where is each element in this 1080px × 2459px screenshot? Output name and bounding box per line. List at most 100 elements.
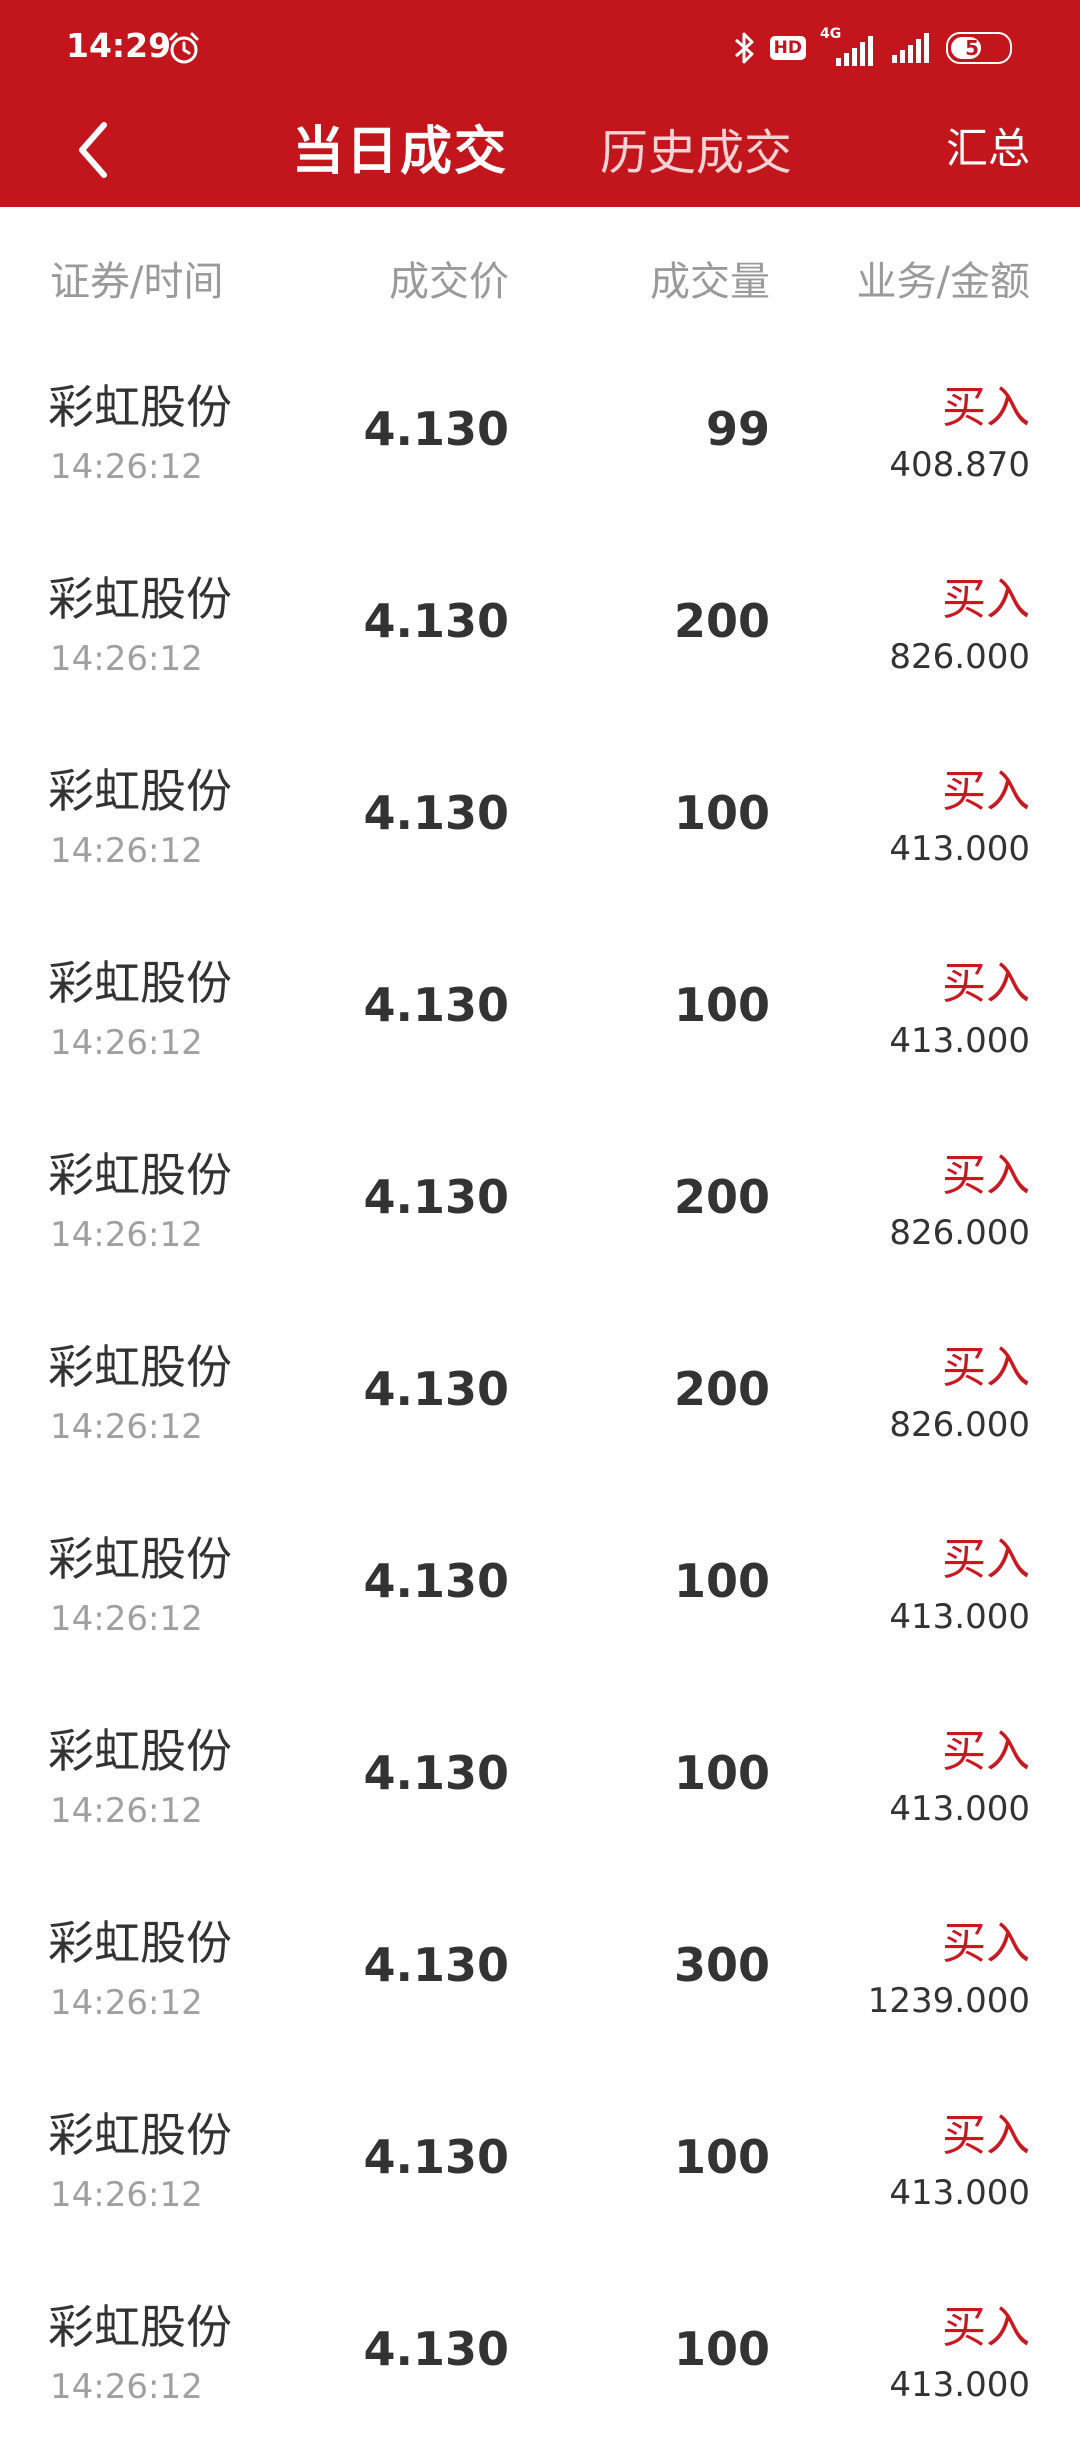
trade-quantity: 100 [673, 978, 770, 1032]
trade-price: 4.130 [363, 402, 509, 456]
trade-quantity: 100 [673, 786, 770, 840]
trade-price: 4.130 [363, 1170, 509, 1224]
nav-row: 当日成交 历史成交 汇总 [0, 95, 1080, 207]
trade-time: 14:26:12 [50, 447, 203, 487]
trade-action: 买入 [942, 382, 1030, 433]
trade-time: 14:26:12 [50, 1599, 203, 1639]
trade-time: 14:26:12 [50, 831, 203, 871]
cell-signal-icon [836, 36, 873, 66]
tab-history-trades[interactable]: 历史成交 [600, 113, 792, 183]
trade-amount: 413.000 [889, 829, 1030, 869]
trade-time: 14:26:12 [50, 1791, 203, 1831]
trade-quantity: 100 [673, 2130, 770, 2184]
battery-icon: 53 [946, 32, 1012, 64]
trade-amount: 413.000 [889, 2173, 1030, 2213]
security-name: 彩虹股份 [48, 1916, 232, 1970]
trade-action: 买入 [942, 1726, 1030, 1777]
security-name: 彩虹股份 [48, 1148, 232, 1202]
header-bar: 14:29 HD 4G 53 当日成交 历史成交 汇总 [0, 0, 1080, 207]
alarm-clock-icon [169, 32, 199, 64]
trade-action: 买入 [942, 766, 1030, 817]
table-row[interactable]: 彩虹股份 14:26:12 4.130 100 买入 413.000 [0, 2267, 1080, 2459]
trade-quantity: 200 [673, 1362, 770, 1416]
table-row[interactable]: 彩虹股份 14:26:12 4.130 100 买入 413.000 [0, 1499, 1080, 1691]
column-business-amount: 业务/金额 [856, 259, 1030, 305]
status-right-group: HD 4G 53 [732, 26, 1012, 68]
security-name: 彩虹股份 [48, 572, 232, 626]
trade-quantity: 100 [673, 2322, 770, 2376]
security-name: 彩虹股份 [48, 1532, 232, 1586]
trade-action: 买入 [942, 958, 1030, 1009]
security-name: 彩虹股份 [48, 1340, 232, 1394]
trade-amount: 826.000 [889, 1405, 1030, 1445]
bluetooth-icon [734, 32, 754, 64]
trade-quantity: 100 [673, 1746, 770, 1800]
trade-action: 买入 [942, 2302, 1030, 2353]
status-time: 14:29 [66, 26, 172, 65]
trade-amount: 413.000 [889, 1789, 1030, 1829]
security-name: 彩虹股份 [48, 2108, 232, 2162]
trade-time: 14:26:12 [50, 2175, 203, 2215]
trade-amount: 413.000 [889, 1021, 1030, 1061]
trade-action: 买入 [942, 2110, 1030, 2161]
network-4g-signal: 4G [820, 26, 878, 66]
trade-list[interactable]: 彩虹股份 14:26:12 4.130 99 买入 408.870 彩虹股份 1… [0, 347, 1080, 2459]
table-row[interactable]: 彩虹股份 14:26:12 4.130 100 买入 413.000 [0, 923, 1080, 1115]
trade-time: 14:26:12 [50, 1983, 203, 2023]
summary-button[interactable]: 汇总 [946, 115, 1030, 176]
table-header: 证券/时间 成交价 成交量 业务/金额 [0, 207, 1080, 347]
tab-today-trades[interactable]: 当日成交 [292, 109, 508, 184]
trade-quantity: 99 [705, 402, 770, 456]
trade-time: 14:26:12 [50, 1407, 203, 1447]
trade-price: 4.130 [363, 1746, 509, 1800]
security-name: 彩虹股份 [48, 380, 232, 434]
trade-amount: 408.870 [889, 445, 1030, 485]
status-bar: 14:29 HD 4G 53 [0, 0, 1080, 95]
table-row[interactable]: 彩虹股份 14:26:12 4.130 100 买入 413.000 [0, 1691, 1080, 1883]
trade-quantity: 300 [673, 1938, 770, 1992]
trade-price: 4.130 [363, 2130, 509, 2184]
security-name: 彩虹股份 [48, 956, 232, 1010]
cell-signal-icon [892, 33, 929, 63]
trade-action: 买入 [942, 1534, 1030, 1585]
trade-price: 4.130 [363, 1362, 509, 1416]
trade-time: 14:26:12 [50, 1023, 203, 1063]
column-quantity: 成交量 [650, 259, 770, 305]
hd-badge: HD [769, 36, 806, 60]
trade-action: 买入 [942, 574, 1030, 625]
column-price: 成交价 [389, 259, 509, 305]
trade-quantity: 200 [673, 594, 770, 648]
trade-price: 4.130 [363, 594, 509, 648]
security-name: 彩虹股份 [48, 1724, 232, 1778]
table-row[interactable]: 彩虹股份 14:26:12 4.130 200 买入 826.000 [0, 539, 1080, 731]
back-arrow-icon[interactable] [70, 115, 118, 185]
trade-amount: 826.000 [889, 1213, 1030, 1253]
table-row[interactable]: 彩虹股份 14:26:12 4.130 100 买入 413.000 [0, 731, 1080, 923]
trade-action: 买入 [942, 1918, 1030, 1969]
trade-amount: 413.000 [889, 2365, 1030, 2405]
trade-price: 4.130 [363, 1938, 509, 1992]
column-security-time: 证券/时间 [50, 259, 224, 305]
trade-quantity: 200 [673, 1170, 770, 1224]
security-name: 彩虹股份 [48, 2300, 232, 2354]
security-name: 彩虹股份 [48, 764, 232, 818]
battery-level: 53 [965, 36, 993, 60]
trade-action: 买入 [942, 1150, 1030, 1201]
table-row[interactable]: 彩虹股份 14:26:12 4.130 100 买入 413.000 [0, 2075, 1080, 2267]
trade-time: 14:26:12 [50, 1215, 203, 1255]
trade-price: 4.130 [363, 978, 509, 1032]
trade-amount: 826.000 [889, 637, 1030, 677]
trade-time: 14:26:12 [50, 639, 203, 679]
table-row[interactable]: 彩虹股份 14:26:12 4.130 99 买入 408.870 [0, 347, 1080, 539]
trade-price: 4.130 [363, 1554, 509, 1608]
trade-price: 4.130 [363, 786, 509, 840]
trade-price: 4.130 [363, 2322, 509, 2376]
trade-time: 14:26:12 [50, 2367, 203, 2407]
trade-action: 买入 [942, 1342, 1030, 1393]
table-row[interactable]: 彩虹股份 14:26:12 4.130 200 买入 826.000 [0, 1307, 1080, 1499]
trade-amount: 413.000 [889, 1597, 1030, 1637]
table-row[interactable]: 彩虹股份 14:26:12 4.130 300 买入 1239.000 [0, 1883, 1080, 2075]
table-row[interactable]: 彩虹股份 14:26:12 4.130 200 买入 826.000 [0, 1115, 1080, 1307]
trade-quantity: 100 [673, 1554, 770, 1608]
trade-amount: 1239.000 [867, 1981, 1030, 2021]
